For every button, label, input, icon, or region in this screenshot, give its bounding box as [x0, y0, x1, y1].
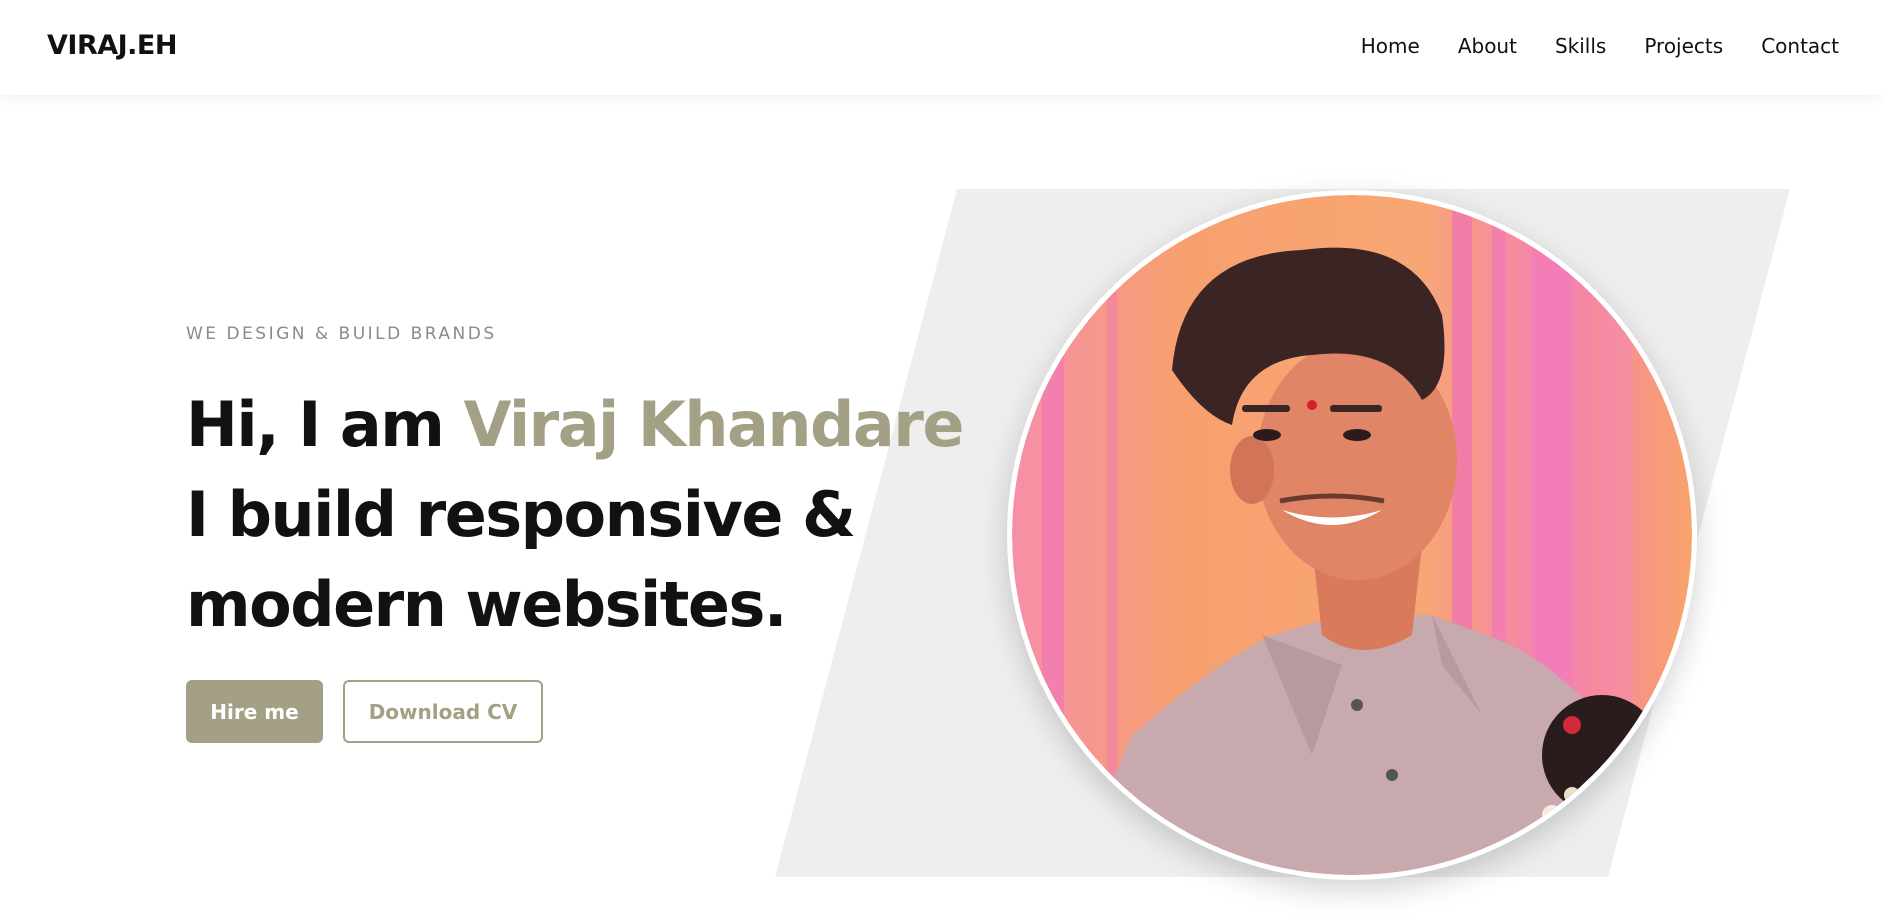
hero-headline: Hi, I am Viraj Khandare I build responsi… — [186, 380, 964, 650]
hero-tagline: WE DESIGN & BUILD BRANDS — [186, 324, 497, 344]
nav-link-skills[interactable]: Skills — [1555, 34, 1606, 58]
headline-line-3: modern websites. — [186, 568, 787, 641]
navbar: VIRAJ.EH Home About Skills Projects Cont… — [0, 0, 1883, 95]
nav-links: Home About Skills Projects Contact — [1361, 34, 1839, 58]
profile-photo-frame — [1007, 190, 1697, 880]
nav-link-contact[interactable]: Contact — [1761, 34, 1839, 58]
nav-link-home[interactable]: Home — [1361, 34, 1420, 58]
nav-link-projects[interactable]: Projects — [1644, 34, 1723, 58]
site-logo[interactable]: VIRAJ.EH — [47, 30, 177, 61]
headline-line-1: Hi, I am Viraj Khandare — [186, 380, 964, 470]
download-cv-button[interactable]: Download CV — [343, 680, 543, 743]
nav-link-about[interactable]: About — [1458, 34, 1517, 58]
hire-me-button[interactable]: Hire me — [186, 680, 323, 743]
headline-greeting: Hi, I am — [186, 388, 464, 461]
headline-name: Viraj Khandare — [463, 388, 964, 461]
hero-buttons: Hire me Download CV — [186, 680, 543, 743]
headline-line-2: I build responsive & — [186, 478, 856, 551]
profile-photo — [1012, 195, 1692, 875]
